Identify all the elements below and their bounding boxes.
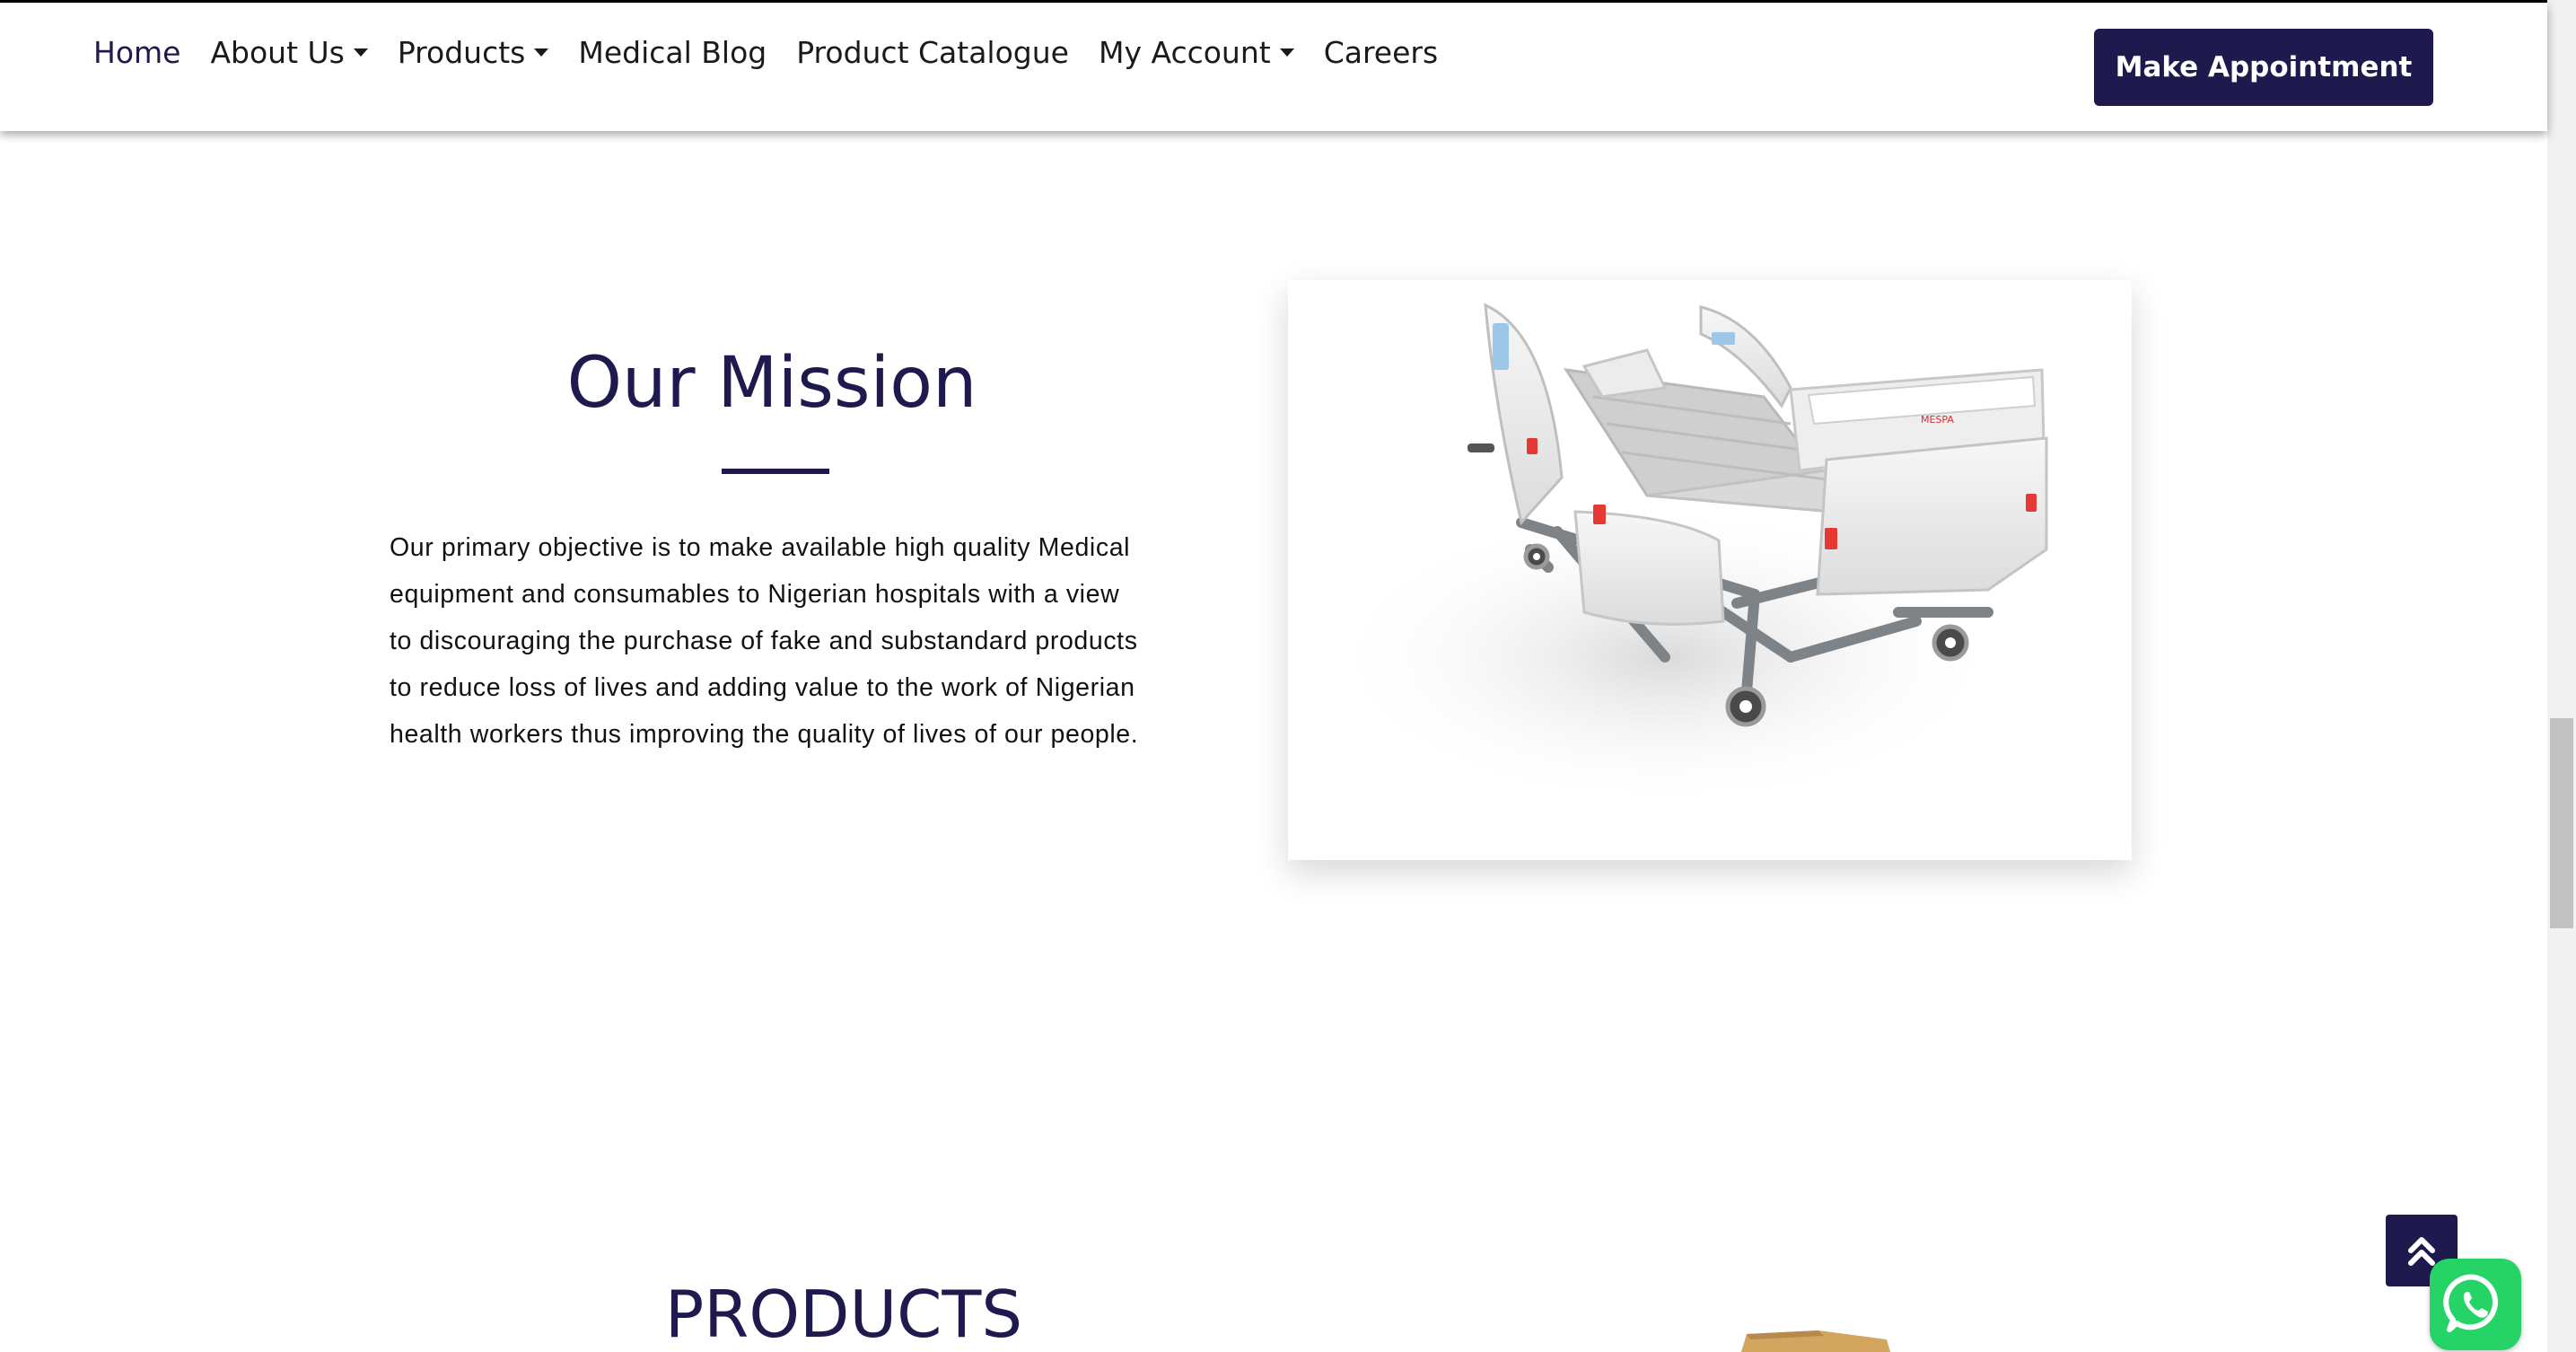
nav-item-product-catalogue[interactable]: Product Catalogue bbox=[796, 35, 1069, 70]
nav-item-label: Product Catalogue bbox=[796, 35, 1069, 70]
title-underline bbox=[722, 469, 829, 474]
caret-down-icon bbox=[353, 48, 368, 57]
bed-brand-label: MESPA bbox=[1921, 414, 1954, 426]
nav-item-home[interactable]: Home bbox=[93, 35, 180, 70]
nav-item-label: About Us bbox=[210, 35, 345, 70]
nav-item-label: My Account bbox=[1098, 35, 1271, 70]
whatsapp-chat-button[interactable] bbox=[2430, 1259, 2521, 1350]
nav-item-label: Careers bbox=[1323, 35, 1439, 70]
make-appointment-button[interactable]: Make Appointment bbox=[2094, 29, 2433, 106]
mission-text-line: equipment and consumables to Nigerian ho… bbox=[390, 580, 1120, 609]
mission-title: Our Mission bbox=[566, 343, 977, 424]
hospital-bed-image: MESPA bbox=[1324, 303, 2048, 810]
whatsapp-icon bbox=[2443, 1274, 2498, 1332]
mission-text-line: health workers thus improving the qualit… bbox=[390, 720, 1139, 749]
hospital-bed-image-card: MESPA bbox=[1288, 280, 2132, 860]
double-chevron-up-icon bbox=[2408, 1237, 2435, 1266]
nav-item-about-us[interactable]: About Us bbox=[210, 35, 368, 70]
nav-item-products[interactable]: Products bbox=[398, 35, 549, 70]
site-header: Home About Us Products Medical Blog Prod… bbox=[0, 3, 2547, 131]
nav-item-medical-blog[interactable]: Medical Blog bbox=[578, 35, 767, 70]
nav-item-my-account[interactable]: My Account bbox=[1099, 35, 1294, 70]
scrollbar-thumb[interactable] bbox=[2550, 718, 2573, 928]
product-image-peek bbox=[1741, 1330, 1890, 1352]
nav-item-label: Products bbox=[397, 35, 526, 70]
caret-down-icon bbox=[534, 48, 549, 57]
mission-text-line: Our primary objective is to make availab… bbox=[390, 533, 1131, 562]
scrollbar-track[interactable] bbox=[2547, 0, 2576, 1352]
nav-item-label: Medical Blog bbox=[578, 35, 767, 70]
products-title: PRODUCTS bbox=[664, 1277, 1023, 1352]
caret-down-icon bbox=[1279, 48, 1294, 57]
nav-item-label: Home bbox=[93, 35, 181, 70]
mission-text-line: to reduce loss of lives and adding value… bbox=[390, 673, 1135, 702]
nav-item-careers[interactable]: Careers bbox=[1324, 35, 1438, 70]
main-nav: Home About Us Products Medical Blog Prod… bbox=[93, 35, 1468, 70]
mission-text: Our primary objective is to make availab… bbox=[390, 524, 1172, 758]
mission-text-line: to discouraging the purchase of fake and… bbox=[390, 627, 1138, 655]
